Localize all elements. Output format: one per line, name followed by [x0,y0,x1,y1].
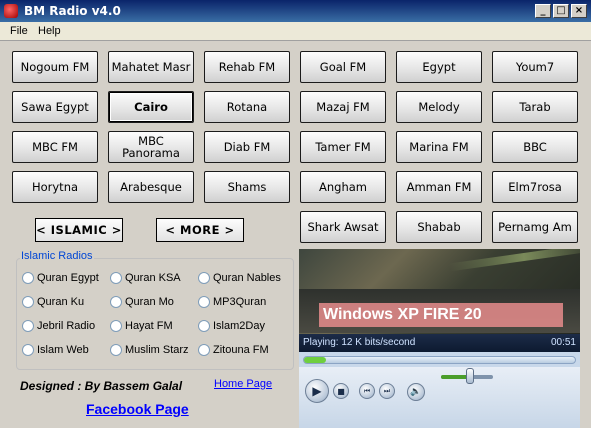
play-icon[interactable]: ▶ [305,379,329,403]
radio-label: Islam2Day [213,320,265,332]
radio-dot-icon [198,296,210,308]
radio-label: Quran Egypt [37,272,99,284]
islamic-nav-button[interactable]: < ISLAMIC > [35,218,123,242]
station-button-marina-fm[interactable]: Marina FM [396,131,482,163]
station-button-shabab[interactable]: Shabab [396,211,482,243]
station-button-angham[interactable]: Angham [300,171,386,203]
radio-dot-icon [198,344,210,356]
station-button-amman-fm[interactable]: Amman FM [396,171,482,203]
station-button-mahatet-masr[interactable]: Mahatet Masr [108,51,194,83]
seek-fill [304,357,326,363]
station-button-pernamg-am[interactable]: Pernamg Am [492,211,578,243]
radio-dot-icon [22,344,34,356]
station-button-bbc[interactable]: BBC [492,131,578,163]
radio-islam2day[interactable]: Islam2Day [198,320,265,332]
station-button-mazaj-fm[interactable]: Mazaj FM [300,91,386,123]
radio-jebril-radio[interactable]: Jebril Radio [22,320,95,332]
window-title: BM Radio v4.0 [24,4,121,18]
client-area: Nogoum FM Mahatet Masr Rehab FM Goal FM … [0,40,591,428]
radio-quran-mo[interactable]: Quran Mo [110,296,174,308]
more-nav-button[interactable]: < MORE > [156,218,244,242]
station-button-mbc-fm[interactable]: MBC FM [12,131,98,163]
station-button-sawa-egypt[interactable]: Sawa Egypt [12,91,98,123]
radio-label: Quran KSA [125,272,181,284]
stop-icon[interactable]: ■ [333,383,349,399]
radio-label: Quran Mo [125,296,174,308]
radio-dot-icon [22,320,34,332]
radio-quran-ku[interactable]: Quran Ku [22,296,84,308]
facebook-page-link[interactable]: Facebook Page [86,401,189,417]
radio-mp3quran[interactable]: MP3Quran [198,296,266,308]
radio-label: Quran Nables [213,272,281,284]
radio-label: Jebril Radio [37,320,96,332]
video-area: Windows XP FIRE 20 [299,249,580,334]
radio-label: Quran Ku [37,296,85,308]
station-button-goal-fm[interactable]: Goal FM [300,51,386,83]
station-button-rehab-fm[interactable]: Rehab FM [204,51,290,83]
menu-help[interactable]: Help [38,25,61,37]
maximize-button[interactable]: □ [553,4,569,18]
station-button-elm7rosa[interactable]: Elm7rosa [492,171,578,203]
home-page-link[interactable]: Home Page [214,378,272,390]
station-button-arabesque[interactable]: Arabesque [108,171,194,203]
station-button-rotana[interactable]: Rotana [204,91,290,123]
media-player: Windows XP FIRE 20 Playing: 12 K bits/se… [299,249,580,428]
radio-quran-egypt[interactable]: Quran Egypt [22,272,99,284]
station-button-egypt[interactable]: Egypt [396,51,482,83]
menu-bar: File Help [0,22,591,40]
volume-thumb[interactable] [465,368,474,384]
station-button-cairo[interactable]: Cairo [108,91,194,123]
radio-hayat-fm[interactable]: Hayat FM [110,320,173,332]
radio-label: MP3Quran [213,296,267,308]
app-icon [4,4,18,18]
minimize-button[interactable]: _ [535,4,551,18]
playback-status: Playing: 12 K bits/second [303,337,416,348]
radio-dot-icon [110,320,122,332]
station-button-tarab[interactable]: Tarab [492,91,578,123]
station-button-horytna[interactable]: Horytna [12,171,98,203]
close-button[interactable]: × [571,4,587,18]
station-button-tamer-fm[interactable]: Tamer FM [300,131,386,163]
radio-quran-ksa[interactable]: Quran KSA [110,272,181,284]
menu-file[interactable]: File [10,25,28,37]
radio-quran-nables[interactable]: Quran Nables [198,272,281,284]
radio-label: Islam Web [37,344,89,356]
station-button-shams[interactable]: Shams [204,171,290,203]
radio-label: Zitouna FM [213,344,269,356]
video-overlay-text: Windows XP FIRE 20 [319,303,563,327]
station-button-melody[interactable]: Melody [396,91,482,123]
radio-dot-icon [22,272,34,284]
speaker-icon[interactable]: 🔈 [407,383,425,401]
radio-dot-icon [198,320,210,332]
title-bar: BM Radio v4.0 _ □ × [0,0,591,22]
station-button-nogoum-fm[interactable]: Nogoum FM [12,51,98,83]
station-button-youm7[interactable]: Youm7 [492,51,578,83]
radio-dot-icon [110,272,122,284]
radio-dot-icon [198,272,210,284]
next-icon[interactable]: ⏭ [379,383,395,399]
radio-muslim-starz[interactable]: Muslim Starz [110,344,189,356]
radio-label: Muslim Starz [125,344,189,356]
designer-credit: Designed : By Bassem Galal [20,379,183,393]
seek-bar[interactable] [303,356,576,364]
previous-icon[interactable]: ⏮ [359,383,375,399]
station-button-shark-awsat[interactable]: Shark Awsat [300,211,386,243]
radio-dot-icon [22,296,34,308]
radio-label: Hayat FM [125,320,173,332]
islamic-radios-title: Islamic Radios [20,250,94,262]
station-button-diab-fm[interactable]: Diab FM [204,131,290,163]
radio-dot-icon [110,296,122,308]
player-controls: ▶ ■ ⏮ ⏭ 🔈 [299,367,580,428]
radio-islam-web[interactable]: Islam Web [22,344,89,356]
radio-dot-icon [110,344,122,356]
player-status-bar: Playing: 12 K bits/second 00:51 [299,334,580,352]
playback-time: 00:51 [550,337,576,348]
station-button-mbc-panorama[interactable]: MBC Panorama [108,131,194,163]
radio-zitouna-fm[interactable]: Zitouna FM [198,344,269,356]
